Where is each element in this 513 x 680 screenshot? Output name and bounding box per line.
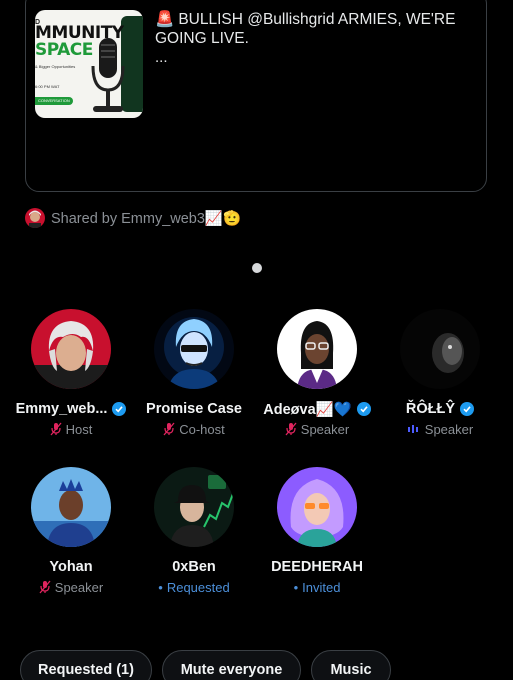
shared-by-text: Shared by Emmy_web3📈🫡 [51, 210, 242, 227]
shared-by-row[interactable]: Shared by Emmy_web3📈🫡 [25, 208, 241, 228]
music-button[interactable]: Music [311, 650, 391, 680]
post-thumbnail: D MMUNITY SPACE & Bigger Opportunities 6… [35, 10, 143, 118]
participant-name: 0xBen [172, 559, 216, 575]
mic-off-icon [39, 580, 51, 594]
thumbnail-subline: & Bigger Opportunities [35, 64, 76, 69]
thumbnail-pill: CONVERSATION [35, 97, 73, 105]
participant-name: Yohan [49, 559, 93, 575]
mute-everyone-button[interactable]: Mute everyone [162, 650, 301, 680]
post-ellipsis: ... [155, 49, 168, 66]
requested-button[interactable]: Requested (1) [20, 650, 152, 680]
siren-icon: 🚨 [155, 11, 175, 28]
avatar [31, 467, 111, 547]
participant-name: Promise Case [146, 401, 242, 417]
dot-icon: • [293, 579, 299, 595]
avatar [277, 467, 357, 547]
participant-name: Emmy_web... [15, 401, 108, 417]
verified-badge-icon [460, 402, 475, 416]
thumbnail-time: 6:00 PM WAT [35, 84, 60, 89]
participant-name: Adeøva📈💙 [263, 401, 352, 418]
dot-icon: • [158, 579, 163, 595]
participant-card[interactable]: ŘÔŁŁŶ Speaker [380, 309, 500, 438]
avatar [277, 309, 357, 389]
participant-role: Co-host [179, 421, 225, 437]
sharer-avatar [25, 208, 45, 228]
speaking-bars-icon [407, 425, 418, 433]
mic-off-icon [50, 422, 62, 436]
avatar [400, 309, 480, 389]
post-body: BULLISH @Bullishgrid ARMIES, WE'RE GOING… [155, 11, 456, 47]
participant-name: DEEDHERAH [271, 559, 363, 575]
participant-role: Speaker [300, 421, 350, 437]
participant-name: ŘÔŁŁŶ [405, 401, 456, 417]
participant-role: Host [65, 421, 93, 437]
page-indicator-dot [252, 263, 262, 273]
participant-role: Invited [302, 579, 341, 595]
mic-off-icon [163, 422, 175, 436]
mic-off-icon [285, 422, 297, 436]
participant-card[interactable]: Emmy_web... Host [11, 309, 131, 438]
avatar [154, 309, 234, 389]
participant-card[interactable]: DEEDHERAH • Invited [257, 467, 377, 596]
participant-role: Speaker [54, 579, 104, 595]
verified-badge-icon [112, 402, 127, 416]
avatar [31, 309, 111, 389]
post-text: 🚨 BULLISH @Bullishgrid ARMIES, WE'RE GOIN… [155, 10, 475, 48]
avatar [154, 467, 234, 547]
shared-post-card[interactable]: D MMUNITY SPACE & Bigger Opportunities 6… [25, 0, 487, 192]
verified-badge-icon [356, 402, 371, 416]
participant-card[interactable]: Promise Case Co-host [134, 309, 254, 438]
participant-card[interactable]: Yohan Speaker [11, 467, 131, 596]
microphone-icon [91, 38, 125, 112]
participant-role: Requested [166, 579, 230, 595]
participant-card[interactable]: 0xBen • Requested [134, 467, 254, 596]
participant-card[interactable]: Adeøva📈💙 Speaker [257, 309, 377, 438]
participant-role: Speaker [424, 421, 474, 437]
